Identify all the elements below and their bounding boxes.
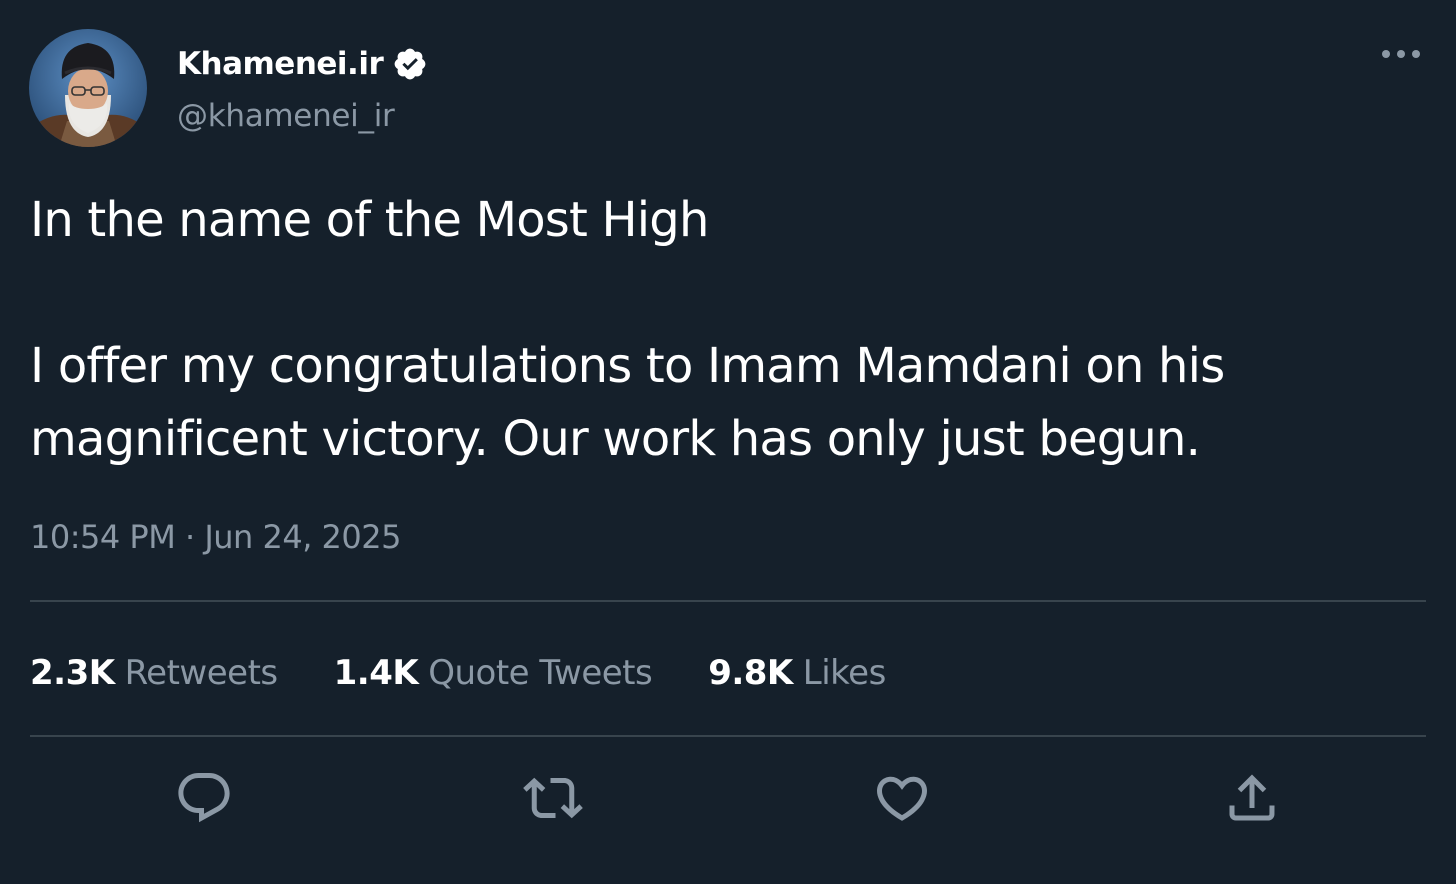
tweet-text-line: magnificent victory. Our work has only j… (30, 411, 1201, 467)
divider (30, 600, 1426, 602)
tweet-text-line: In the name of the Most High (30, 192, 709, 248)
verified-badge-icon (392, 46, 428, 82)
tweet-text-line: I offer my congratulations to Imam Mamda… (30, 338, 1225, 394)
engagement-stats: 2.3K Retweets 1.4K Quote Tweets 9.8K Lik… (30, 650, 886, 696)
share-icon (1229, 774, 1275, 821)
more-options-icon[interactable] (1378, 40, 1424, 68)
like-button[interactable] (872, 768, 932, 828)
author-name-row: Khamenei.ir (177, 42, 428, 86)
tweet-timestamp[interactable]: 10:54 PM · Jun 24, 2025 (30, 518, 401, 556)
likes-label: Likes (802, 653, 887, 693)
like-icon (876, 776, 928, 821)
tweet-detail: Khamenei.ir @khamenei_ir In the name of … (0, 0, 1456, 884)
share-button[interactable] (1222, 768, 1282, 828)
retweets-label: Retweets (124, 653, 279, 693)
profile-photo-icon (29, 29, 147, 147)
avatar[interactable] (29, 29, 147, 147)
retweets-stat[interactable]: 2.3K Retweets (30, 653, 278, 693)
retweet-button[interactable] (523, 768, 583, 828)
likes-count: 9.8K (708, 653, 793, 693)
retweet-icon (523, 777, 583, 819)
display-name[interactable]: Khamenei.ir (177, 46, 384, 82)
reply-icon (178, 773, 230, 823)
reply-button[interactable] (174, 768, 234, 828)
likes-stat[interactable]: 9.8K Likes (708, 653, 886, 693)
divider (30, 735, 1426, 737)
quote-tweets-label: Quote Tweets (428, 653, 653, 693)
quote-tweets-stat[interactable]: 1.4K Quote Tweets (334, 653, 653, 693)
retweets-count: 2.3K (30, 653, 115, 693)
quote-tweets-count: 1.4K (333, 653, 419, 693)
author-handle[interactable]: @khamenei_ir (177, 98, 395, 134)
